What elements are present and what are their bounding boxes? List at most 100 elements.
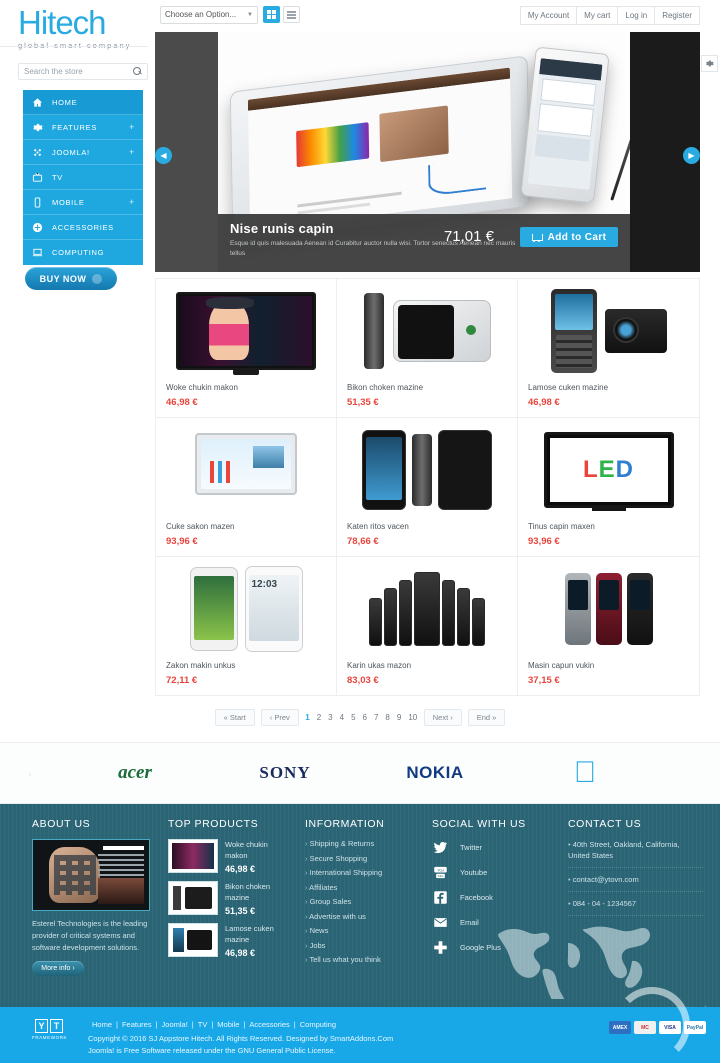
- info-link-shipping-returns[interactable]: Shipping & Returns: [305, 839, 415, 848]
- product-price: 78,66 €: [347, 536, 379, 547]
- pagination-page-4[interactable]: 4: [336, 710, 347, 725]
- social-link-facebook[interactable]: Facebook: [432, 889, 552, 906]
- brand-logo-acer[interactable]: acer: [60, 762, 210, 784]
- sidebar-item-features[interactable]: FEATURES +: [23, 115, 143, 140]
- info-link-international-shipping[interactable]: International Shipping: [305, 868, 415, 877]
- top-product-thumb: [168, 923, 218, 957]
- site-logo[interactable]: Hitech global smart company: [18, 6, 148, 51]
- product-image: LED: [528, 424, 689, 516]
- info-link-secure-shopping[interactable]: Secure Shopping: [305, 854, 415, 863]
- sidebar-expand-features[interactable]: +: [129, 122, 135, 132]
- brand-logo-nokia[interactable]: NOKIA: [360, 763, 510, 783]
- product-card[interactable]: Woke chukin makon 46,98 €: [156, 279, 337, 417]
- slider-prev-button[interactable]: ◀: [155, 147, 172, 164]
- social-link-youtube[interactable]: You Tube Youtube: [432, 864, 552, 881]
- pagination-page-3[interactable]: 3: [325, 710, 336, 725]
- pagination: « Start ‹ Prev 1 2 3 4 5 6 7 8 9 10 Next…: [0, 709, 720, 726]
- bottom-nav-accessories[interactable]: Accessories: [245, 1020, 293, 1029]
- sidebar-item-joomla[interactable]: JOOMLA! +: [23, 140, 143, 165]
- info-link-affiliates[interactable]: Affiliates: [305, 883, 415, 892]
- info-link-advertise[interactable]: Advertise with us: [305, 912, 415, 921]
- pagination-page-5[interactable]: 5: [348, 710, 359, 725]
- yt-letter-y: Y: [35, 1019, 48, 1033]
- top-product-item[interactable]: Bikon choken mazine 51,35 €: [168, 881, 288, 916]
- product-card[interactable]: Karin ukas mazon 83,03 €: [337, 557, 518, 695]
- pagination-next[interactable]: Next ›: [423, 709, 462, 726]
- link-log-in[interactable]: Log in: [618, 6, 656, 25]
- sidebar-expand-mobile[interactable]: +: [129, 197, 135, 207]
- social-link-twitter[interactable]: Twitter: [432, 839, 552, 856]
- pagination-page-2[interactable]: 2: [313, 710, 324, 725]
- bottom-nav-joomla[interactable]: Joomla!: [158, 1020, 192, 1029]
- youtube-icon: You Tube: [432, 864, 449, 881]
- tv-icon: [31, 171, 44, 184]
- brand-logo-apple[interactable]: : [510, 758, 660, 788]
- email-icon: [432, 914, 449, 931]
- pagination-page-8[interactable]: 8: [382, 710, 393, 725]
- pagination-page-10[interactable]: 10: [405, 710, 421, 725]
- grid-view-button[interactable]: [263, 6, 280, 23]
- pagination-page-6[interactable]: 6: [359, 710, 370, 725]
- contact-email[interactable]: contact@ytovn.com: [568, 874, 703, 892]
- slider-next-button[interactable]: ▶: [683, 147, 700, 164]
- pagination-page-1[interactable]: 1: [302, 710, 313, 725]
- bottom-nav-mobile[interactable]: Mobile: [213, 1020, 243, 1029]
- pagination-end[interactable]: End »: [467, 709, 506, 726]
- pagination-prev[interactable]: ‹ Prev: [260, 709, 299, 726]
- bottom-nav-tv[interactable]: TV: [194, 1020, 212, 1029]
- product-row: Woke chukin makon 46,98 € Bikon choken m…: [156, 279, 699, 418]
- product-image: [347, 563, 507, 655]
- bottom-nav-home[interactable]: Home: [88, 1020, 116, 1029]
- more-info-button[interactable]: More info ›: [32, 961, 84, 976]
- link-my-cart[interactable]: My cart: [577, 6, 619, 25]
- phablet-product-image: [520, 46, 610, 204]
- list-view-button[interactable]: [283, 6, 300, 23]
- link-my-account[interactable]: My Account: [519, 6, 578, 25]
- info-link-group-sales[interactable]: Group Sales: [305, 897, 415, 906]
- brand-logo-sony[interactable]: SONY: [210, 763, 360, 783]
- settings-button[interactable]: [701, 55, 718, 72]
- pagination-page-9[interactable]: 9: [393, 710, 404, 725]
- bottom-nav-features[interactable]: Features: [118, 1020, 156, 1029]
- product-card[interactable]: Katen ritos vacen 78,66 €: [337, 418, 518, 556]
- product-price: 93,96 €: [166, 536, 198, 547]
- option-select[interactable]: Choose an Option... ▼: [160, 6, 258, 24]
- yt-framework-logo[interactable]: Y T FRAMEWORK: [32, 1019, 67, 1040]
- sidebar-item-accessories[interactable]: ACCESSORIES: [23, 215, 143, 240]
- sidebar-item-computing[interactable]: COMPUTING: [23, 240, 143, 265]
- brand-prev-arrow[interactable]: ›: [28, 769, 31, 780]
- footer-about-text: Esterel Technologies is the leading prov…: [32, 919, 148, 952]
- buy-now-button[interactable]: BUY NOW: [25, 267, 117, 290]
- info-link-jobs[interactable]: Jobs: [305, 941, 415, 950]
- top-product-thumb: [168, 881, 218, 915]
- search-input[interactable]: Search the store: [18, 63, 148, 80]
- info-link-news[interactable]: News: [305, 926, 415, 935]
- sidebar-item-home[interactable]: HOME: [23, 90, 143, 115]
- product-card[interactable]: Bikon choken mazine 51,35 €: [337, 279, 518, 417]
- top-product-item[interactable]: Woke chukin makon 46,98 €: [168, 839, 288, 874]
- about-image: [32, 839, 150, 911]
- sidebar-item-mobile[interactable]: MOBILE +: [23, 190, 143, 215]
- product-card[interactable]: LED Tinus capin maxen 93,96 €: [518, 418, 699, 556]
- hero-slider: Nise runis capin Esque id quis malesuada…: [155, 32, 700, 272]
- product-card[interactable]: 12:03 Zakon makin unkus 72,11 €: [156, 557, 337, 695]
- product-card[interactable]: Lamose cuken mazine 46,98 €: [518, 279, 699, 417]
- product-card[interactable]: Masin capun vukin 37,15 €: [518, 557, 699, 695]
- payment-icons: AMEX MC VISA PayPal: [609, 1021, 706, 1034]
- product-card[interactable]: Cuke sakon mazen 93,96 €: [156, 418, 337, 556]
- add-to-cart-button[interactable]: Add to Cart: [520, 227, 618, 247]
- sidebar-item-tv[interactable]: TV: [23, 165, 143, 190]
- sidebar-label-home: HOME: [52, 97, 78, 107]
- product-image: [347, 424, 507, 516]
- bottom-nav-computing[interactable]: Computing: [296, 1020, 340, 1029]
- sidebar-expand-joomla[interactable]: +: [129, 147, 135, 157]
- pagination-page-7[interactable]: 7: [370, 710, 381, 725]
- top-product-item[interactable]: Lamose cuken mazine 46,98 €: [168, 923, 288, 958]
- slider-caption: Nise runis capin Esque id quis malesuada…: [218, 214, 630, 272]
- pagination-start[interactable]: « Start: [214, 709, 255, 726]
- info-link-feedback[interactable]: Tell us what you think: [305, 955, 415, 964]
- link-register[interactable]: Register: [655, 6, 700, 25]
- brand-strip: › acer SONY NOKIA : [0, 742, 720, 804]
- contact-phone: 084 - 04 - 1234567: [568, 898, 703, 916]
- top-product-name: Bikon choken mazine: [225, 882, 271, 902]
